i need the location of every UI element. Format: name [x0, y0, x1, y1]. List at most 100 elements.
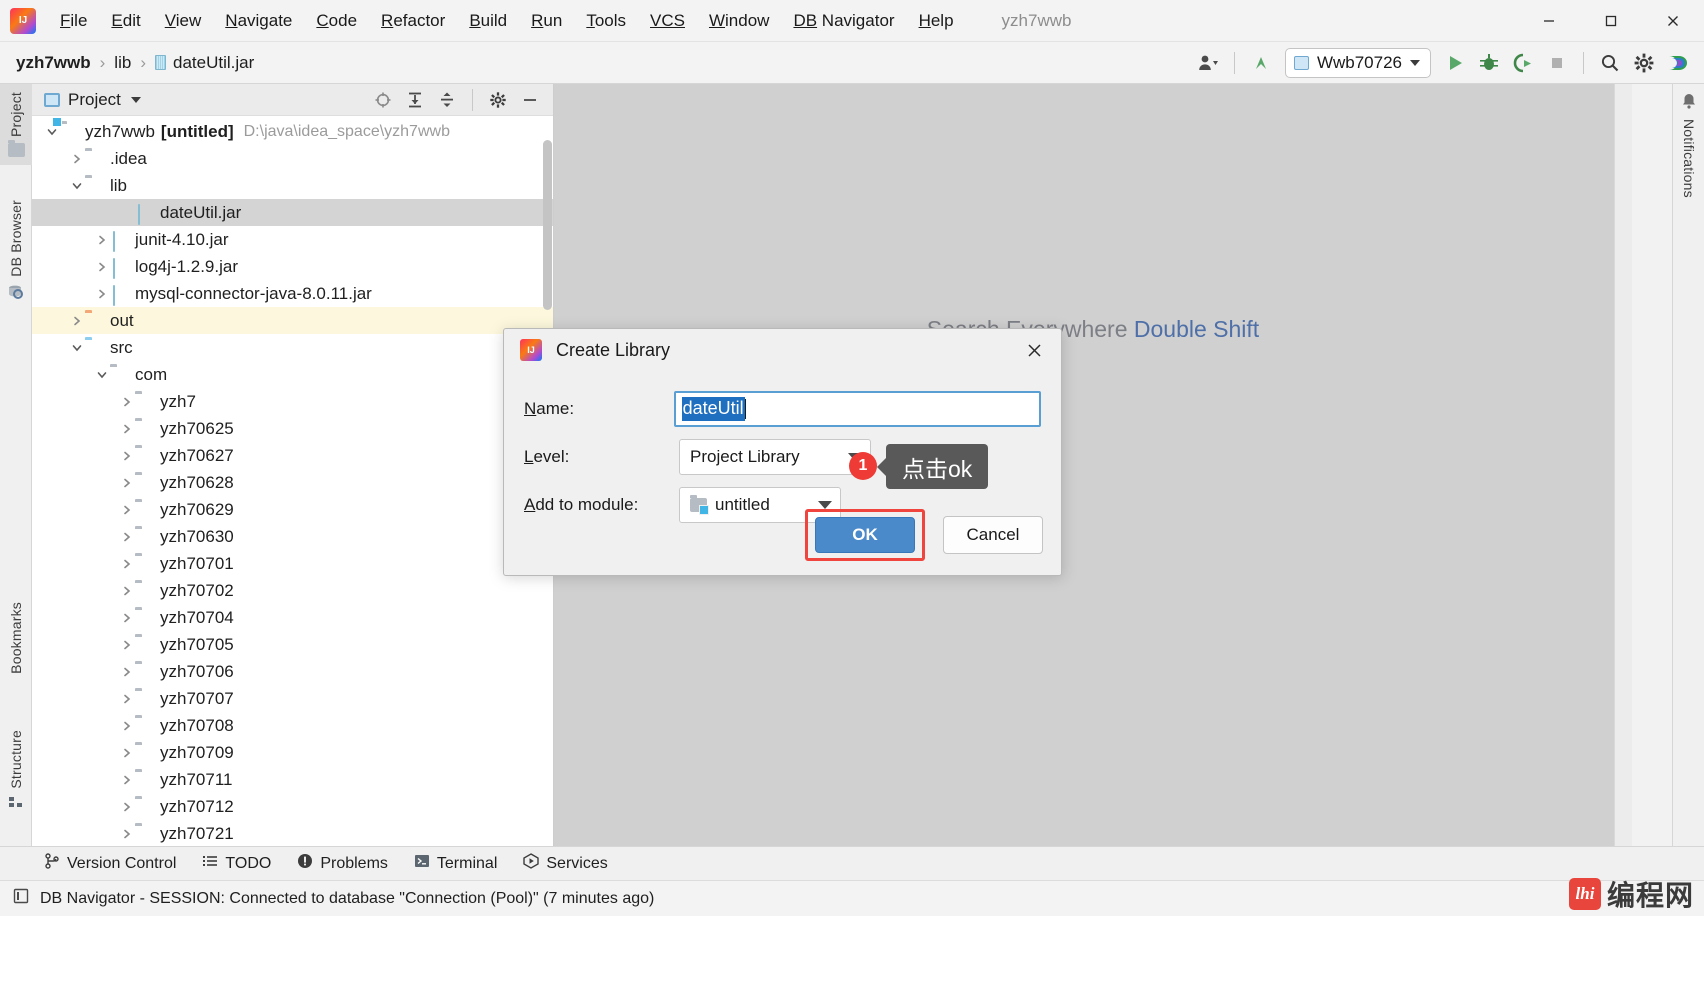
menu-item-db-navigator[interactable]: DB Navigator: [781, 7, 906, 35]
tree-expand-arrow-icon[interactable]: [119, 394, 135, 410]
tree-expand-arrow-icon[interactable]: [94, 259, 110, 275]
tree-node[interactable]: dateUtil.jar: [32, 199, 553, 226]
menu-item-tools[interactable]: Tools: [574, 7, 638, 35]
tree-node[interactable]: yzh70630: [32, 523, 553, 550]
tree-node[interactable]: yzh70625: [32, 415, 553, 442]
tree-node[interactable]: yzh70711: [32, 766, 553, 793]
tree-node[interactable]: yzh70709: [32, 739, 553, 766]
chevron-down-icon[interactable]: [130, 96, 141, 103]
tree-node[interactable]: lib: [32, 172, 553, 199]
expand-all-icon[interactable]: [400, 86, 430, 114]
tree-node[interactable]: out: [32, 307, 553, 334]
tree-expand-arrow-icon[interactable]: [94, 232, 110, 248]
breadcrumb-project[interactable]: yzh7wwb: [16, 53, 91, 73]
tree-expand-arrow-icon[interactable]: [119, 826, 135, 842]
tree-node[interactable]: .idea: [32, 145, 553, 172]
tree-node[interactable]: yzh7: [32, 388, 553, 415]
hide-panel-icon[interactable]: [515, 86, 545, 114]
tree-expand-arrow-icon[interactable]: [119, 799, 135, 815]
run-icon[interactable]: [1439, 48, 1471, 78]
dialog-close-icon[interactable]: [1019, 335, 1049, 365]
sidebar-item-structure[interactable]: Structure: [0, 722, 32, 822]
menu-item-window[interactable]: Window: [697, 7, 781, 35]
tool-window-problems[interactable]: Problems: [297, 853, 388, 874]
tree-node[interactable]: yzh70701: [32, 550, 553, 577]
tree-expand-arrow-icon[interactable]: [119, 772, 135, 788]
tree-expand-arrow-icon[interactable]: [94, 286, 110, 302]
tree-node[interactable]: yzh70712: [32, 793, 553, 820]
tree-node[interactable]: yzh70628: [32, 469, 553, 496]
editor-scrollbar[interactable]: [1614, 84, 1632, 854]
tree-expand-arrow-icon[interactable]: [69, 313, 85, 329]
tree-node[interactable]: yzh70704: [32, 604, 553, 631]
sidebar-item-project[interactable]: Project: [0, 84, 32, 165]
tree-node[interactable]: yzh70708: [32, 712, 553, 739]
close-icon[interactable]: [1642, 0, 1704, 42]
tree-expand-arrow-icon[interactable]: [119, 691, 135, 707]
tree-expand-arrow-icon[interactable]: [119, 448, 135, 464]
menu-item-refactor[interactable]: Refactor: [369, 7, 457, 35]
tool-window-services[interactable]: Services: [523, 853, 608, 874]
tree-expand-arrow-icon[interactable]: [94, 367, 110, 383]
tree-expand-arrow-icon[interactable]: [119, 610, 135, 626]
tool-window-version-control[interactable]: Version Control: [44, 853, 176, 874]
updates-icon[interactable]: [1245, 48, 1277, 78]
tree-expand-arrow-icon[interactable]: [119, 718, 135, 734]
maximize-icon[interactable]: [1580, 0, 1642, 42]
tree-node[interactable]: log4j-1.2.9.jar: [32, 253, 553, 280]
tool-window-todo[interactable]: TODO: [202, 853, 271, 874]
tree-expand-arrow-icon[interactable]: [119, 583, 135, 599]
tool-window-terminal[interactable]: Terminal: [414, 853, 497, 874]
breadcrumb-file[interactable]: dateUtil.jar: [173, 53, 254, 73]
tree-expand-arrow-icon[interactable]: [119, 637, 135, 653]
tree-node[interactable]: mysql-connector-java-8.0.11.jar: [32, 280, 553, 307]
tree-node[interactable]: yzh70705: [32, 631, 553, 658]
tree-node[interactable]: yzh70702: [32, 577, 553, 604]
menu-item-code[interactable]: Code: [304, 7, 369, 35]
tree-expand-arrow-icon[interactable]: [119, 421, 135, 437]
tree-expand-arrow-icon[interactable]: [69, 178, 85, 194]
menu-item-view[interactable]: View: [153, 7, 214, 35]
select-opened-file-icon[interactable]: [368, 86, 398, 114]
search-icon[interactable]: [1594, 48, 1626, 78]
project-tree-scrollbar[interactable]: [543, 140, 552, 310]
name-input[interactable]: dateUtil: [673, 391, 1041, 427]
run-with-coverage-icon[interactable]: [1507, 48, 1539, 78]
menu-item-vcs[interactable]: VCS: [638, 7, 697, 35]
settings-gear-icon[interactable]: [483, 86, 513, 114]
cancel-button[interactable]: Cancel: [943, 516, 1043, 554]
tree-expand-arrow-icon[interactable]: [119, 475, 135, 491]
level-select[interactable]: Project Library: [679, 439, 871, 475]
sidebar-item-bookmarks[interactable]: Bookmarks: [0, 594, 32, 682]
tree-node[interactable]: src: [32, 334, 553, 361]
run-configuration-selector[interactable]: Wwb70726: [1284, 47, 1431, 78]
tree-node[interactable]: yzh70627: [32, 442, 553, 469]
menu-item-navigate[interactable]: Navigate: [213, 7, 304, 35]
tree-expand-arrow-icon[interactable]: [119, 556, 135, 572]
tree-expand-arrow-icon[interactable]: [119, 205, 135, 221]
project-tree[interactable]: yzh7wwb [untitled] D:\java\idea_space\yzh7…: [32, 116, 553, 854]
menu-item-file[interactable]: File: [48, 7, 99, 35]
minimize-icon[interactable]: [1518, 0, 1580, 42]
tree-node[interactable]: yzh70706: [32, 658, 553, 685]
tree-node[interactable]: com: [32, 361, 553, 388]
tree-node[interactable]: yzh70707: [32, 685, 553, 712]
ok-button[interactable]: OK: [815, 517, 915, 553]
tree-expand-arrow-icon[interactable]: [69, 340, 85, 356]
main-menu[interactable]: File Edit View Navigate Code Refactor Build Run…: [48, 7, 966, 35]
breadcrumb-folder[interactable]: lib: [114, 53, 131, 73]
debug-icon[interactable]: [1473, 48, 1505, 78]
menu-item-help[interactable]: Help: [907, 7, 966, 35]
sidebar-item-db-browser[interactable]: DB Browser: [0, 192, 32, 312]
sidebar-item-notifications[interactable]: Notifications: [1673, 84, 1704, 206]
tree-expand-arrow-icon[interactable]: [119, 745, 135, 761]
tree-expand-arrow-icon[interactable]: [69, 151, 85, 167]
settings-gear-icon[interactable]: [1628, 48, 1660, 78]
tree-expand-arrow-icon[interactable]: [119, 502, 135, 518]
menu-item-build[interactable]: Build: [457, 7, 519, 35]
tree-node[interactable]: junit-4.10.jar: [32, 226, 553, 253]
tree-expand-arrow-icon[interactable]: [119, 529, 135, 545]
tree-node[interactable]: yzh7wwb [untitled] D:\java\idea_space\yzh7…: [32, 118, 553, 145]
collapse-all-icon[interactable]: [432, 86, 462, 114]
tree-node[interactable]: yzh70629: [32, 496, 553, 523]
